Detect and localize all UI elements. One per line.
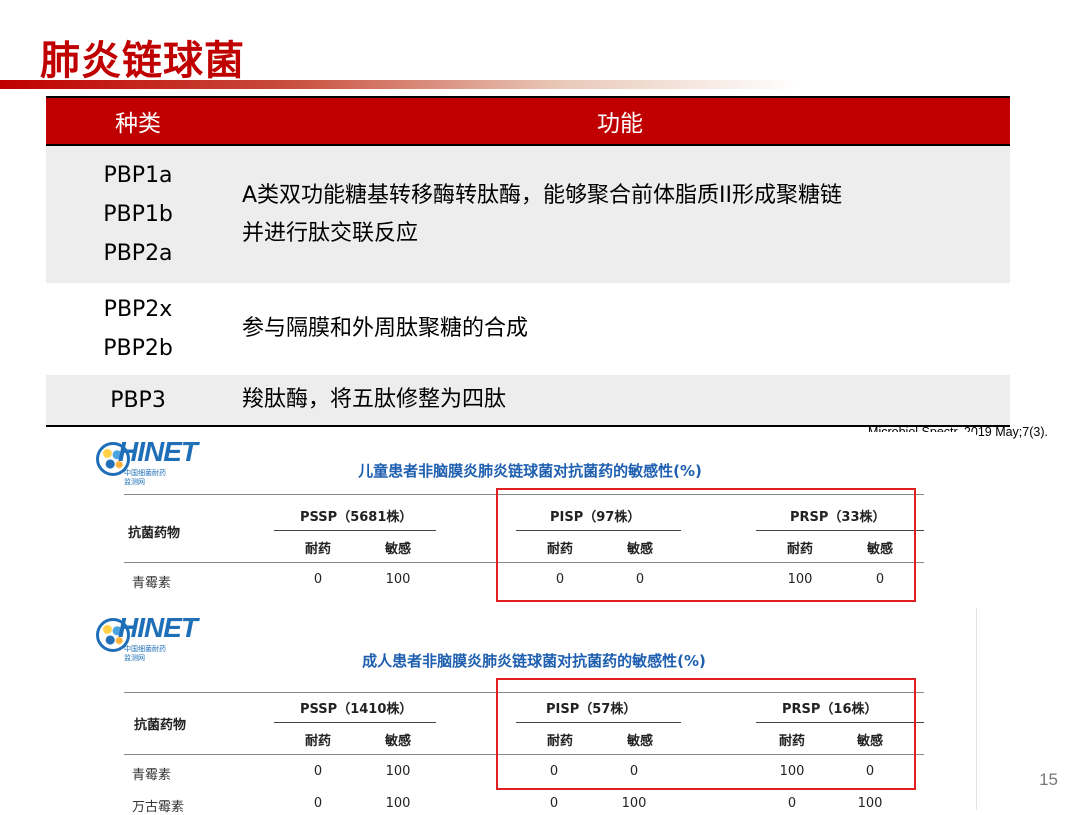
value-cell: 100 xyxy=(385,572,411,587)
value-cell: 100 xyxy=(621,796,647,811)
value-cell: 100 xyxy=(857,796,883,811)
value-cell: 0 xyxy=(313,572,323,587)
panel-title: 儿童患者非脑膜炎肺炎链球菌对抗菌药的敏感性(%) xyxy=(358,462,702,480)
header-type: 种类 xyxy=(46,96,230,146)
group-header: PSSP（5681株） xyxy=(300,510,413,525)
function-cell: A类双功能糖基转移酶转肽酶，能够聚合前体脂质II形成聚糖链 并进行肽交联反应 xyxy=(230,145,1010,283)
function-cell: 羧肽酶，将五肽修整为四肽 xyxy=(230,375,1010,427)
panel-title: 成人患者非脑膜炎肺炎链球菌对抗菌药的敏感性(%) xyxy=(362,652,706,670)
logo-subtext: 监测网 xyxy=(124,654,145,662)
type-cell: PBP2x PBP2b xyxy=(46,283,230,375)
title-underline xyxy=(0,80,800,89)
adult-susceptibility-panel: HINET 中国细菌耐药 监测网 成人患者非脑膜炎肺炎链球菌对抗菌药的敏感性(%… xyxy=(84,608,977,815)
type-label: PBP1a xyxy=(103,163,173,188)
highlight-box xyxy=(496,488,916,602)
function-text: 羧肽酶，将五肽修整为四肽 xyxy=(242,387,507,412)
function-text: 并进行肽交联反应 xyxy=(242,220,419,246)
type-label: PBP2b xyxy=(103,336,173,361)
type-cell: PBP1a PBP1b PBP2a xyxy=(46,145,230,283)
table-row: PBP3 羧肽酶，将五肽修整为四肽 xyxy=(46,375,1010,427)
drug-header: 抗菌药物 xyxy=(134,718,187,733)
sub-header: 耐药 xyxy=(304,734,331,749)
children-susceptibility-panel: HINET 中国细菌耐药 监测网 儿童患者非脑膜炎肺炎链球菌对抗菌药的敏感性(%… xyxy=(84,432,976,606)
table-row: PBP1a PBP1b PBP2a A类双功能糖基转移酶转肽酶，能够聚合前体脂质… xyxy=(46,145,1010,283)
function-text: 参与隔膜和外周肽聚糖的合成 xyxy=(242,316,529,341)
type-label: PBP3 xyxy=(110,387,166,413)
pbp-function-table: 种类 功能 PBP1a PBP1b PBP2a A类双功能糖基转移酶转肽酶，能够… xyxy=(46,96,1010,427)
sub-header: 敏感 xyxy=(384,542,411,557)
logo-text: HINET xyxy=(118,612,198,643)
value-cell: 0 xyxy=(313,764,323,779)
value-cell: 0 xyxy=(549,796,559,811)
type-label: PBP1b xyxy=(103,202,173,227)
table-row: PBP2x PBP2b 参与隔膜和外周肽聚糖的合成 xyxy=(46,283,1010,375)
group-rule xyxy=(274,722,436,723)
group-rule xyxy=(274,530,436,531)
sub-header: 耐药 xyxy=(304,542,331,557)
drug-name: 青霉素 xyxy=(132,576,172,591)
type-label: PBP2a xyxy=(103,241,173,266)
value-cell: 0 xyxy=(787,796,797,811)
drug-name: 青霉素 xyxy=(132,768,172,783)
function-cell: 参与隔膜和外周肽聚糖的合成 xyxy=(230,283,1010,375)
page-number: 15 xyxy=(1039,770,1058,789)
type-label: PBP2x xyxy=(103,297,173,322)
value-cell: 0 xyxy=(313,796,323,811)
group-header: PSSP（1410株） xyxy=(300,702,413,717)
slide-title: 肺炎链球菌 xyxy=(40,38,245,84)
drug-header: 抗菌药物 xyxy=(128,526,181,541)
value-cell: 100 xyxy=(385,764,411,779)
function-text: A类双功能糖基转移酶转肽酶，能够聚合前体脂质II形成聚糖链 xyxy=(242,182,843,208)
value-cell: 100 xyxy=(385,796,411,811)
type-cell: PBP3 xyxy=(46,375,230,427)
table-header-row: 种类 功能 xyxy=(46,96,1010,146)
header-function: 功能 xyxy=(230,96,1010,146)
sub-header: 敏感 xyxy=(384,734,411,749)
drug-name: 万古霉素 xyxy=(132,800,185,815)
highlight-box xyxy=(496,678,916,790)
